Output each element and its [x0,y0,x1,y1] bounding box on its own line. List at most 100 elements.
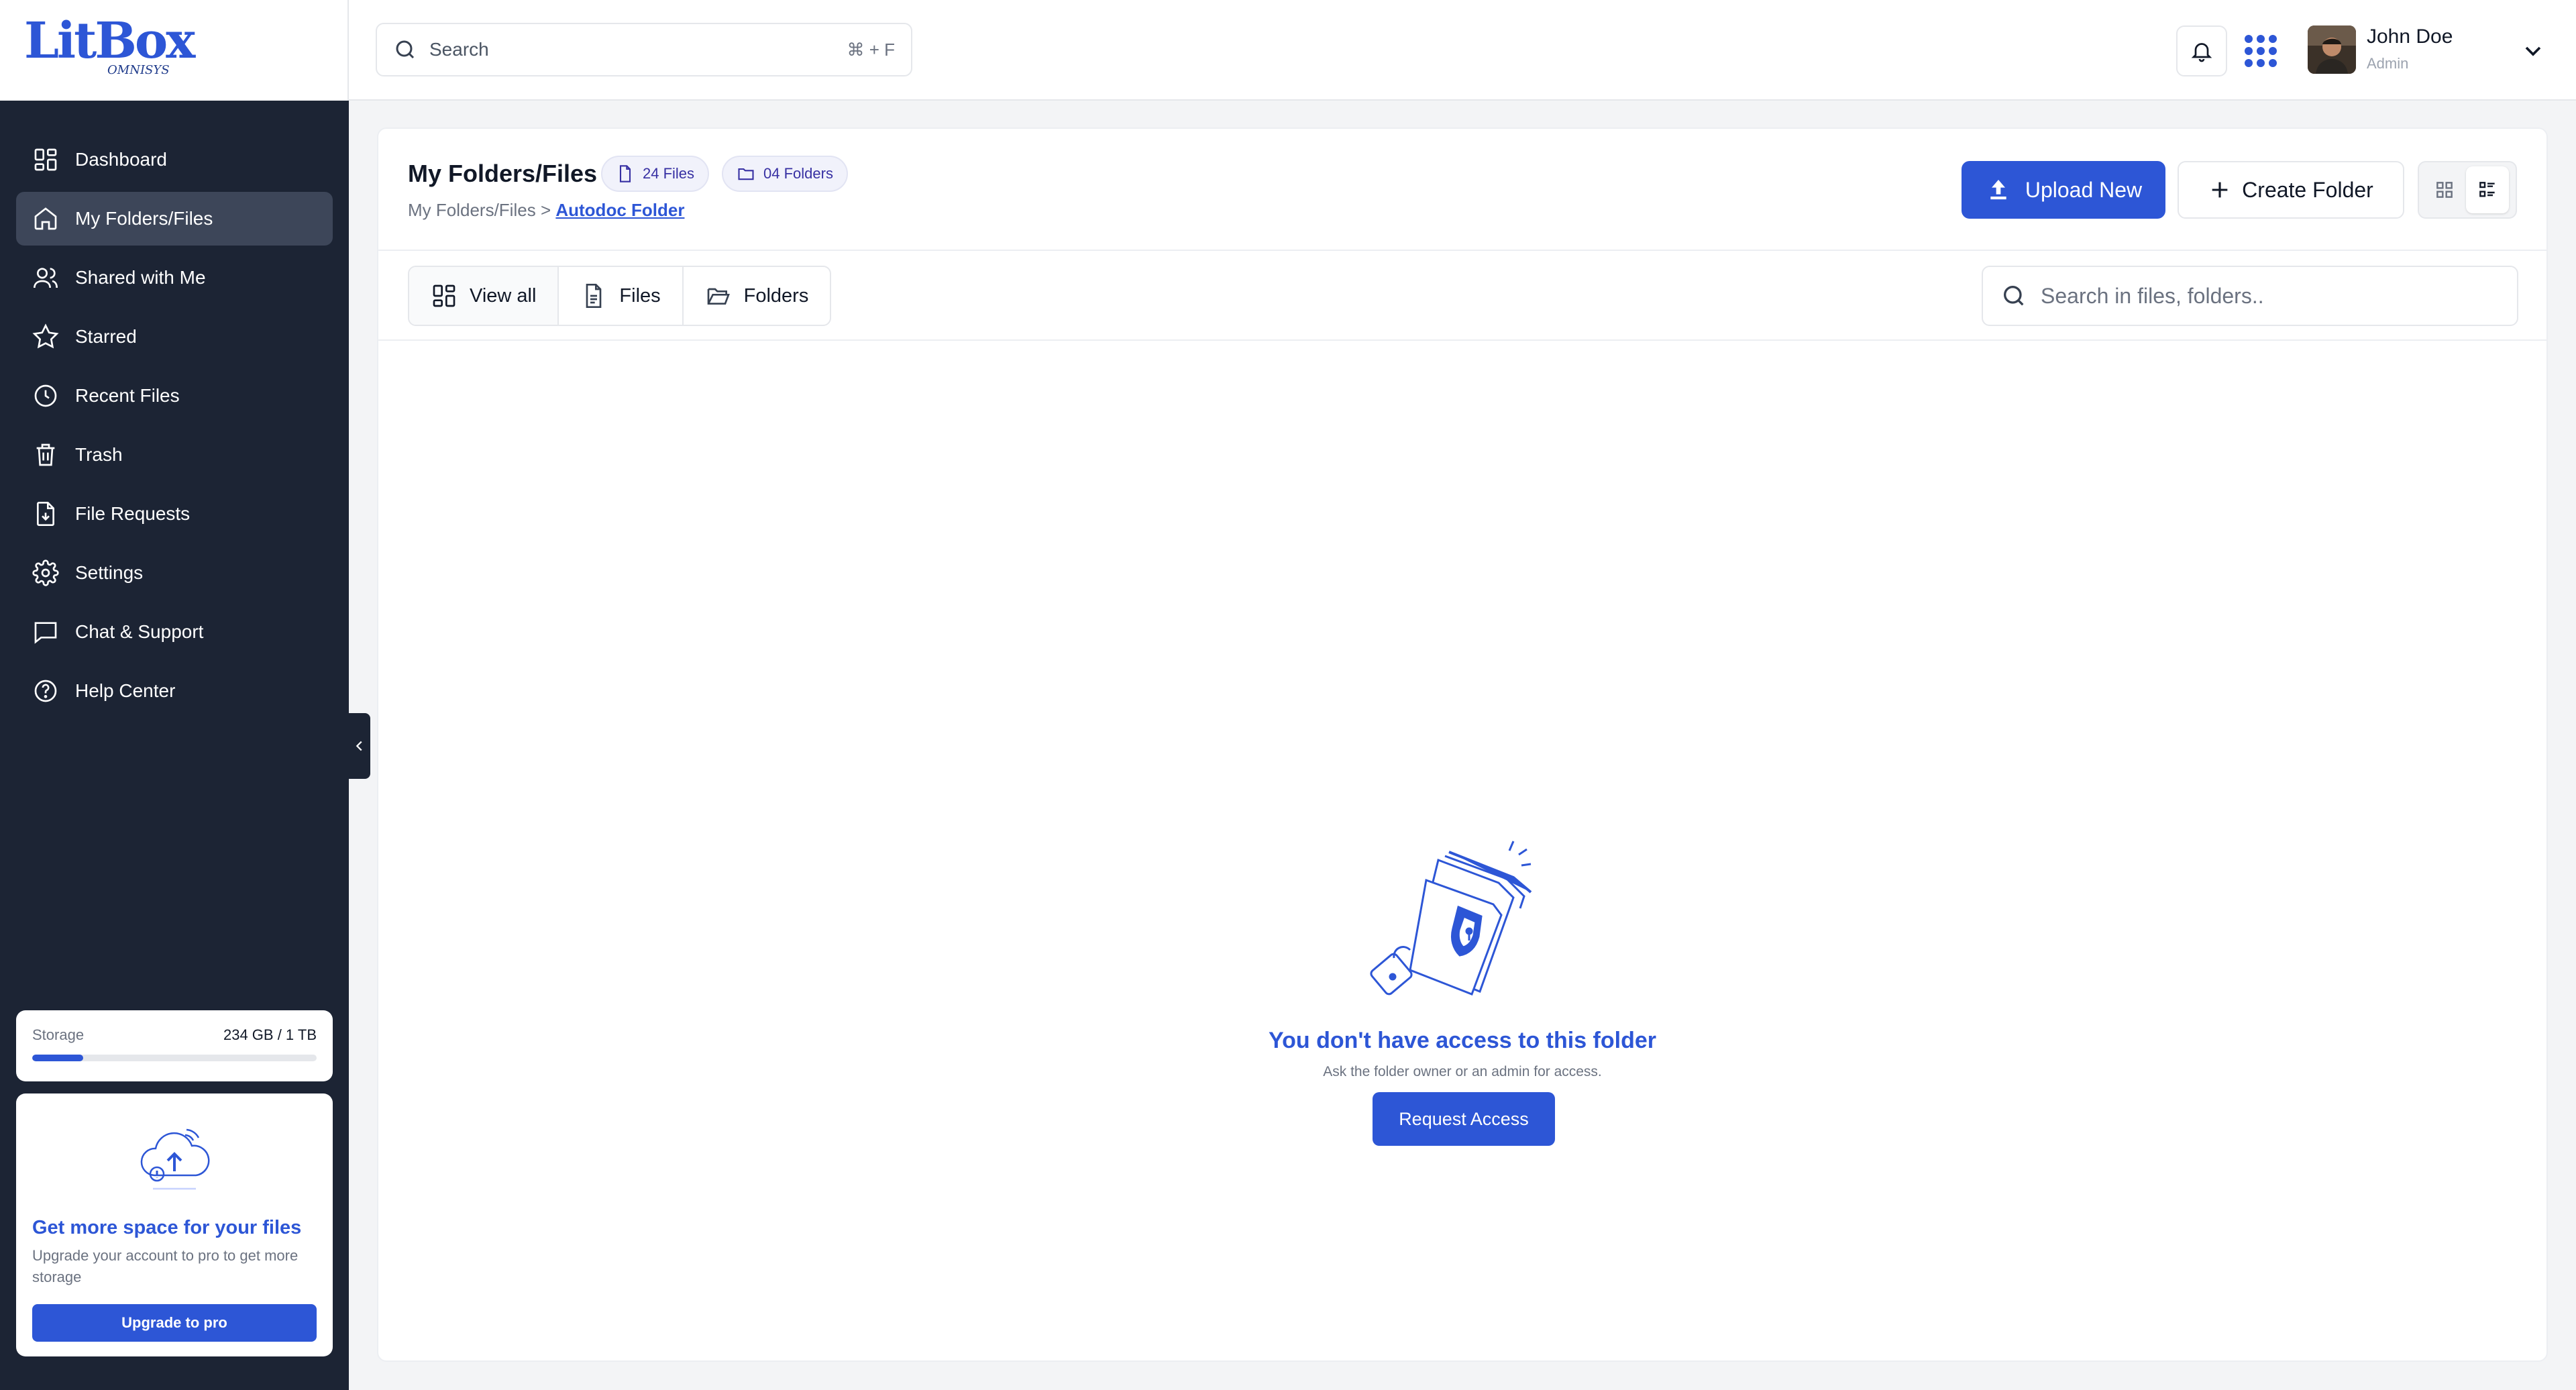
tab-label: Folders [743,284,809,307]
sidebar-item-label: My Folders/Files [75,208,213,229]
sidebar: LitBox OMNISYS Dashboard My Folders/File… [0,0,349,1390]
tab-label: View all [470,284,537,307]
home-icon [34,207,57,230]
tab-folders[interactable]: Folders [684,267,830,325]
sidebar-item-recent[interactable]: Recent Files [16,369,333,423]
page-header: My Folders/Files 24 Files 04 Folders My … [378,129,2546,251]
file-icon [586,284,602,308]
folders-count-badge: 04 Folders [722,156,848,192]
folder-search[interactable]: Search in files, folders.. [1982,266,2518,326]
sidebar-item-settings[interactable]: Settings [16,546,333,600]
sidebar-item-label: Starred [75,326,137,347]
brand-logo[interactable]: LitBox [24,12,195,70]
files-count: 24 Files [643,165,695,182]
sidebar-item-label: Dashboard [75,149,167,170]
topbar: Search ⌘ + F John Doe Admin [349,0,2576,101]
tab-view-all[interactable]: View all [409,267,559,325]
user-photo [2308,25,2356,74]
search-shortcut: ⌘ + F [847,39,895,60]
grid-icon [34,148,57,171]
gear-icon [32,559,59,586]
help-icon [34,680,57,702]
main-panel: My Folders/Files 24 Files 04 Folders My … [377,127,2548,1362]
breadcrumb-current[interactable]: Autodoc Folder [555,200,684,220]
sidebar-item-label: Shared with Me [75,267,206,288]
folder-icon [738,168,754,180]
notifications-button[interactable] [2176,25,2227,76]
clock-icon [34,384,57,407]
create-folder-button[interactable]: Create Folder [2178,161,2404,219]
request-access-button[interactable]: Request Access [1373,1092,1555,1146]
storage-card: Storage 234 GB / 1 TB [16,1010,333,1081]
sidebar-item-shared[interactable]: Shared with Me [16,251,333,305]
brand-sub-logo: OMNISYS [107,63,170,77]
sidebar-item-trash[interactable]: Trash [16,428,333,482]
files-count-badge: 24 Files [601,156,710,192]
filter-row: View all Files Folders Search in files, … [378,251,2546,341]
storage-progress-bar [32,1055,317,1061]
upgrade-button[interactable]: Upgrade to pro [32,1304,317,1342]
empty-state-subtitle: Ask the folder owner or an admin for acc… [1323,1064,1602,1079]
sidebar-item-dashboard[interactable]: Dashboard [16,133,333,186]
sidebar-item-file-requests[interactable]: File Requests [16,487,333,541]
locked-folder-icon [1370,841,1532,996]
sidebar-item-starred[interactable]: Starred [16,310,333,364]
view-toggle [2418,161,2517,219]
upgrade-card: Get more space for your files Upgrade yo… [16,1093,333,1356]
empty-state: You don't have access to this folder Ask… [378,341,2546,1362]
sidebar-item-my-folders[interactable]: My Folders/Files [16,192,333,246]
breadcrumb-separator: > [540,200,551,220]
search-input[interactable]: Search [429,39,847,60]
grid-icon [433,284,455,307]
list-view-icon [2479,182,2495,197]
filter-tabs: View all Files Folders [408,266,832,326]
user-role: Admin [2367,55,2409,72]
tab-files[interactable]: Files [559,267,684,325]
sidebar-item-help-center[interactable]: Help Center [16,664,333,718]
plus-icon [2212,182,2228,198]
chat-icon [34,622,57,644]
file-icon [619,165,631,182]
upgrade-description: Upgrade your account to pro to get more … [32,1247,299,1285]
list-view-button[interactable] [2466,166,2509,213]
storage-progress-fill [32,1055,84,1061]
sidebar-item-label: Settings [75,562,144,583]
chevron-down-icon[interactable] [2520,38,2546,64]
tab-label: Files [619,284,661,307]
sidebar-item-label: Trash [75,444,123,465]
file-request-icon [37,502,54,526]
upgrade-title: Get more space for your files [32,1217,302,1238]
star-icon [32,323,59,349]
search-icon [2004,286,2024,306]
bell-icon [2191,43,2212,62]
create-folder-label: Create Folder [2242,177,2373,202]
avatar[interactable] [2308,25,2356,74]
folder-search-input[interactable]: Search in files, folders.. [2041,284,2264,309]
storage-label: Storage [32,1026,85,1043]
sidebar-item-label: Help Center [75,680,176,701]
sidebar-item-chat-support[interactable]: Chat & Support [16,605,333,659]
sidebar-item-label: Chat & Support [75,621,204,642]
sidebar-nav: Dashboard My Folders/Files Shared with M… [16,133,333,723]
folders-count: 04 Folders [763,165,833,182]
upload-label: Upload New [2025,177,2143,202]
chevron-left-icon [356,741,362,751]
user-name: John Doe [2367,25,2453,48]
empty-state-title: You don't have access to this folder [1268,1028,1657,1053]
grid-view-button[interactable] [2423,166,2466,213]
folder-open-icon [707,288,730,305]
upload-new-button[interactable]: Upload New [1962,161,2165,219]
page-title: My Folders/Files [408,160,598,187]
search-icon [396,40,415,59]
sidebar-item-label: Recent Files [75,385,180,406]
users-icon [34,268,58,288]
trash-icon [36,443,55,466]
grid-view-icon [2436,182,2453,198]
global-search[interactable]: Search ⌘ + F [376,23,912,76]
apps-grid-icon[interactable] [2243,34,2278,68]
sidebar-collapse-button[interactable] [349,713,370,779]
storage-value: 234 GB / 1 TB [223,1026,317,1043]
breadcrumb-root[interactable]: My Folders/Files [408,200,536,220]
cloud-upload-icon [140,1128,210,1190]
breadcrumb: My Folders/Files > Autodoc Folder [408,200,684,221]
